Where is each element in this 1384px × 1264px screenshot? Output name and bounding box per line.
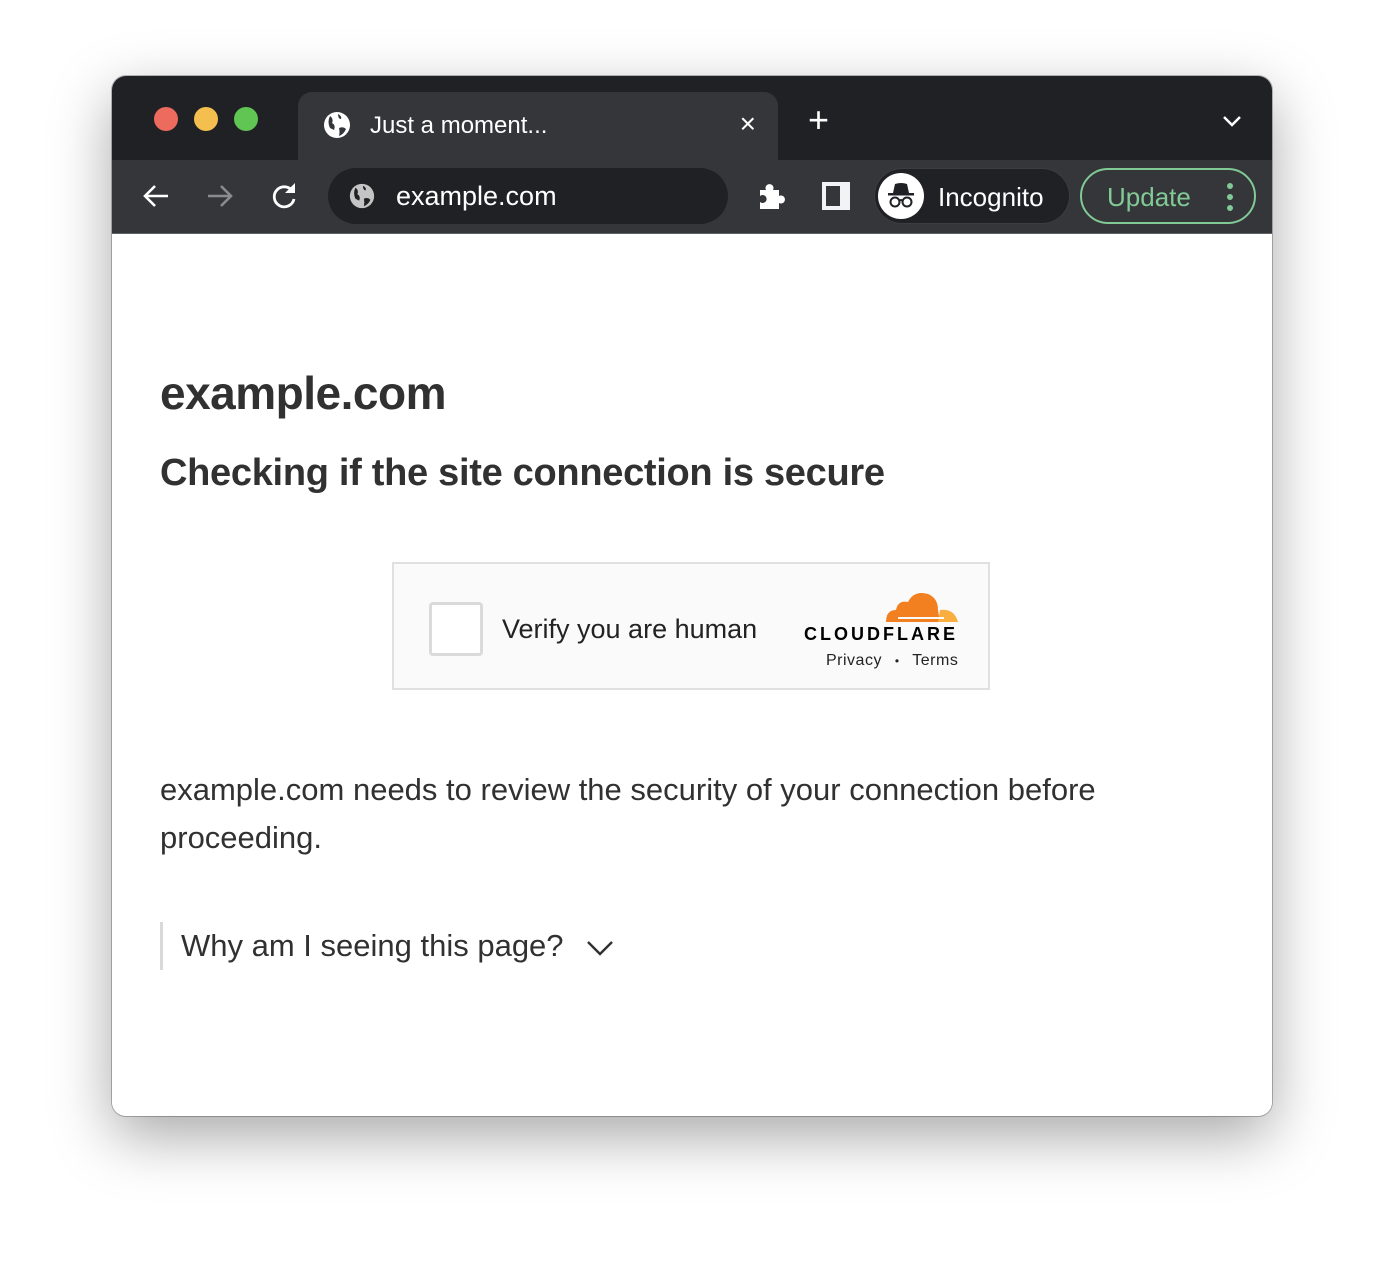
page-heading: Checking if the site connection is secur… — [160, 452, 885, 494]
minimize-window-button[interactable] — [194, 107, 218, 131]
cloudflare-logo-icon — [886, 593, 958, 622]
terms-link[interactable]: Terms — [912, 652, 958, 669]
back-icon[interactable] — [140, 180, 172, 212]
link-separator: • — [894, 654, 900, 668]
tab-active[interactable]: Just a moment... × — [298, 92, 778, 160]
page-content: example.com Checking if the site connect… — [112, 234, 1272, 1116]
update-label: Update — [1107, 182, 1191, 212]
incognito-profile-button[interactable]: Incognito — [874, 168, 1070, 224]
privacy-link[interactable]: Privacy — [826, 652, 882, 669]
address-bar[interactable]: example.com — [328, 168, 728, 224]
cloudflare-wordmark: CLOUDFLARE — [804, 624, 958, 644]
globe-icon — [324, 112, 350, 138]
why-seeing-page-toggle[interactable]: Why am I seeing this page? — [160, 922, 614, 970]
verify-checkbox[interactable] — [429, 602, 483, 656]
cloudflare-challenge-widget: Verify you are human CLOUDFLARE Privacy … — [392, 562, 990, 690]
extensions-puzzle-icon[interactable] — [756, 180, 788, 212]
chevron-down-icon — [587, 940, 614, 956]
close-window-button[interactable] — [154, 107, 178, 131]
site-name: example.com — [160, 367, 446, 419]
forward-icon[interactable] — [204, 180, 236, 212]
site-info-globe-icon[interactable] — [348, 182, 376, 210]
incognito-icon — [878, 173, 924, 219]
tab-title: Just a moment... — [370, 112, 548, 139]
more-vertical-icon[interactable] — [1226, 182, 1234, 212]
update-menu-button[interactable]: Update — [1080, 168, 1256, 224]
zoom-window-button[interactable] — [234, 107, 258, 131]
side-panel-icon[interactable] — [820, 180, 852, 212]
profile-label: Incognito — [938, 182, 1044, 212]
address-text: example.com — [396, 181, 557, 211]
new-tab-button[interactable]: + — [808, 102, 829, 138]
toolbar: example.com Incognito Update — [112, 160, 1272, 234]
tab-close-button[interactable]: × — [740, 108, 756, 140]
verify-label[interactable]: Verify you are human — [502, 614, 757, 645]
tab-search-chevron-icon[interactable] — [1222, 114, 1242, 128]
tab-strip: Just a moment... × + — [112, 76, 1272, 160]
browser-window: Just a moment... × + example.com Incogni… — [112, 76, 1272, 1116]
reload-icon[interactable] — [268, 180, 300, 212]
why-label: Why am I seeing this page? — [181, 928, 564, 963]
challenge-links: Privacy • Terms — [826, 652, 958, 670]
security-description: example.com needs to review the security… — [160, 772, 1096, 855]
